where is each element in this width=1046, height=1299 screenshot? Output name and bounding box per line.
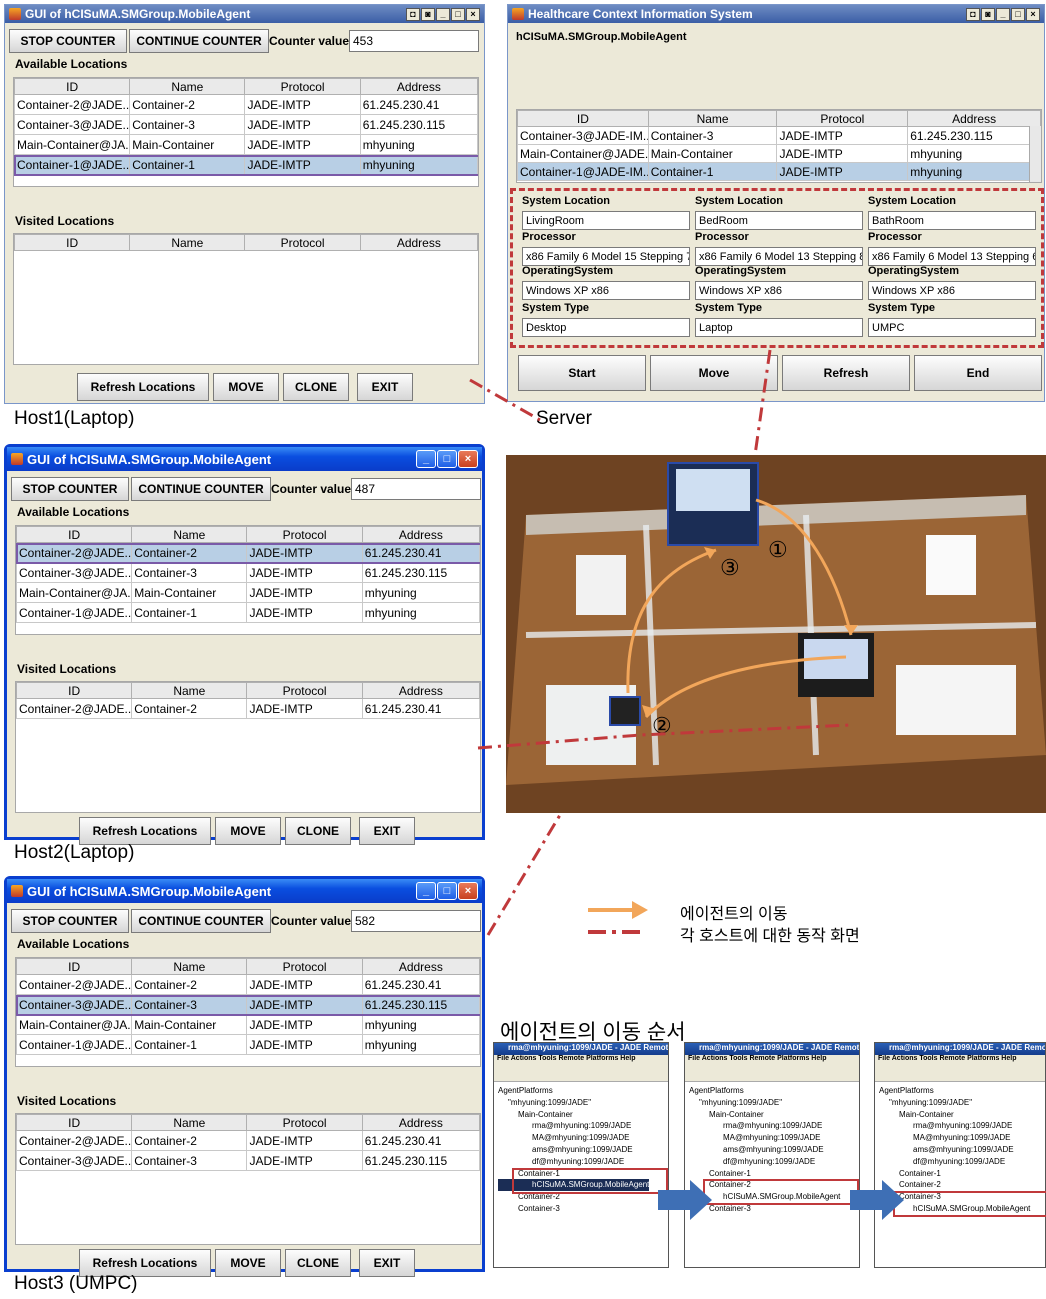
sequence-arrows bbox=[658, 1180, 904, 1220]
